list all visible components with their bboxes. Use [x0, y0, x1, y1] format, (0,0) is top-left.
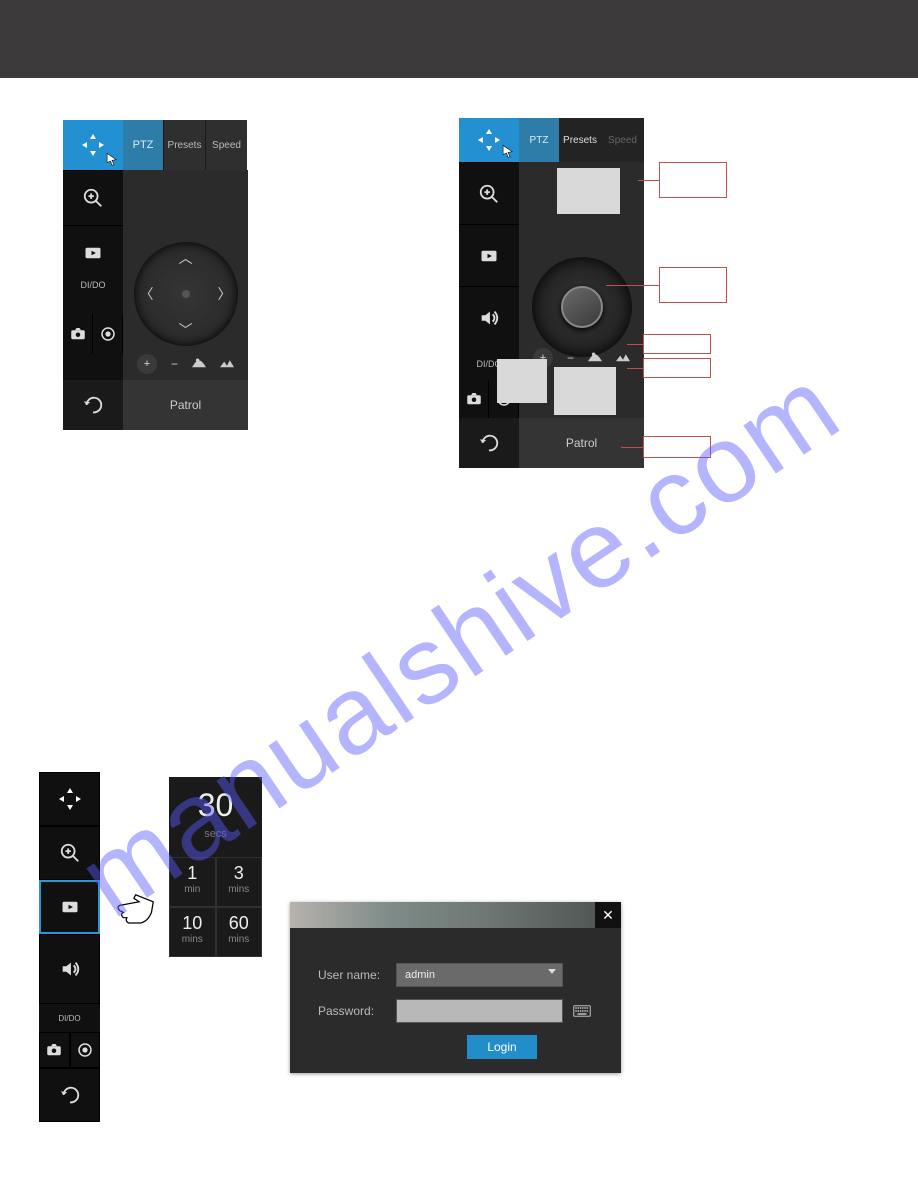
joystick-knob-icon[interactable] [561, 286, 603, 328]
callout-box [659, 267, 727, 303]
password-label: Password: [318, 1004, 396, 1018]
audio-volume-button[interactable] [459, 286, 519, 348]
pointing-hand-icon [111, 886, 155, 930]
audio-volume-button[interactable] [39, 934, 100, 1004]
snapshot-button[interactable] [39, 1032, 70, 1068]
chevron-right-icon[interactable]: 〉 [218, 284, 232, 304]
replay-duration-selector: 30 secs 1 min 3 mins 10 mins 60 mins [169, 777, 262, 957]
duration-option-30secs[interactable]: 30 secs [169, 777, 262, 857]
callout-leader-line [606, 285, 659, 286]
ptz-direction-wheel[interactable]: ︿ ﹀ 〈 〉 [134, 242, 238, 346]
sidebar-strip: DI/DO [39, 772, 100, 1122]
username-value: admin [405, 969, 435, 981]
chevron-down-icon[interactable]: ﹀ [179, 320, 193, 340]
tab-presets[interactable]: Presets [163, 120, 205, 170]
cursor-arrow-icon [105, 152, 119, 166]
duration-value: 1 [170, 863, 215, 884]
password-input[interactable] [396, 999, 563, 1023]
digital-zoom-button[interactable] [459, 162, 519, 224]
direction-diamond-icon [478, 129, 500, 151]
focus-far-icon[interactable] [616, 351, 630, 366]
patrol-button[interactable]: Patrol [123, 380, 248, 430]
snapshot-record-row [63, 314, 123, 354]
minus-icon[interactable]: − [567, 351, 574, 365]
snapshot-record-row [39, 1032, 100, 1068]
ptz-joystick-wheel[interactable] [532, 257, 632, 357]
zoom-in-button[interactable]: + [137, 354, 157, 374]
focus-near-icon[interactable] [192, 357, 206, 372]
page-header-banner [0, 0, 918, 78]
panel-a-sidebar: DI/DO [63, 170, 123, 380]
record-button[interactable] [93, 314, 123, 354]
tab-direction-ptz[interactable] [459, 118, 519, 162]
chevron-left-icon[interactable]: 〈 [140, 284, 154, 304]
cursor-arrow-icon [501, 144, 515, 158]
play-replay-button[interactable] [63, 225, 123, 280]
direction-diamond-icon [82, 134, 104, 156]
callout-leader-line [621, 447, 643, 448]
callout-placeholder [554, 367, 616, 415]
duration-option-60mins[interactable]: 60 mins [216, 907, 263, 957]
duration-value: 30 [169, 787, 262, 824]
dido-label: DI/DO [63, 280, 123, 314]
duration-option-3mins[interactable]: 3 mins [216, 857, 263, 907]
login-titlebar: ✕ [290, 902, 621, 928]
chevron-up-icon[interactable]: ︿ [179, 248, 193, 268]
duration-unit: secs [169, 828, 262, 840]
username-label: User name: [318, 968, 396, 982]
username-select[interactable]: admin [396, 963, 563, 987]
snapshot-button[interactable] [459, 380, 489, 418]
chevron-down-icon [548, 969, 556, 974]
direction-diamond-icon [59, 788, 81, 810]
play-replay-button-active[interactable] [39, 880, 100, 934]
wheel-center-icon [182, 290, 190, 298]
close-button[interactable]: ✕ [595, 902, 621, 928]
callout-placeholder [557, 168, 620, 214]
record-button[interactable] [70, 1032, 101, 1068]
duration-unit: mins [217, 934, 262, 945]
duration-value: 10 [170, 913, 215, 934]
back-button[interactable] [459, 418, 519, 468]
patrol-button[interactable]: Patrol [519, 418, 644, 468]
callout-leader-line [627, 368, 643, 369]
ptz-panel-basic: PTZ Presets Speed DI/DO [63, 120, 248, 430]
callout-box [659, 162, 727, 198]
tab-speed[interactable]: Speed [205, 120, 247, 170]
duration-unit: mins [217, 884, 262, 895]
tab-direction-ptz[interactable] [63, 120, 123, 170]
focus-near-icon[interactable] [588, 351, 602, 366]
callout-box [643, 436, 711, 458]
login-button[interactable]: Login [467, 1035, 537, 1059]
duration-value: 3 [217, 863, 262, 884]
back-button[interactable] [39, 1068, 100, 1122]
tab-ptz[interactable]: PTZ [519, 118, 559, 162]
callout-box [643, 358, 711, 378]
tab-presets[interactable]: Presets [559, 118, 601, 162]
panel-a-main: ︿ ﹀ 〈 〉 + − [123, 170, 248, 380]
snapshot-button[interactable] [63, 314, 93, 354]
duration-option-1min[interactable]: 1 min [169, 857, 216, 907]
play-replay-button[interactable] [459, 224, 519, 286]
tab-ptz[interactable]: PTZ [123, 120, 163, 170]
login-dialog: ✕ User name: admin Password: Login [290, 902, 621, 1073]
callout-leader-line [638, 180, 659, 181]
callout-leader-line [627, 344, 643, 345]
tab-speed-disabled: Speed [601, 118, 644, 162]
virtual-keyboard-icon[interactable] [571, 1005, 593, 1017]
callout-box [643, 334, 711, 354]
callout-placeholder [497, 359, 547, 403]
back-button[interactable] [63, 380, 123, 430]
dido-label: DI/DO [39, 1004, 100, 1032]
digital-zoom-button[interactable] [39, 826, 100, 880]
focus-far-icon[interactable] [220, 357, 234, 372]
minus-icon[interactable]: − [171, 357, 178, 371]
zoom-focus-controls: + − [123, 354, 248, 374]
digital-zoom-button[interactable] [63, 170, 123, 225]
direction-button[interactable] [39, 772, 100, 826]
duration-unit: min [170, 884, 215, 895]
duration-value: 60 [217, 913, 262, 934]
duration-unit: mins [170, 934, 215, 945]
duration-option-10mins[interactable]: 10 mins [169, 907, 216, 957]
